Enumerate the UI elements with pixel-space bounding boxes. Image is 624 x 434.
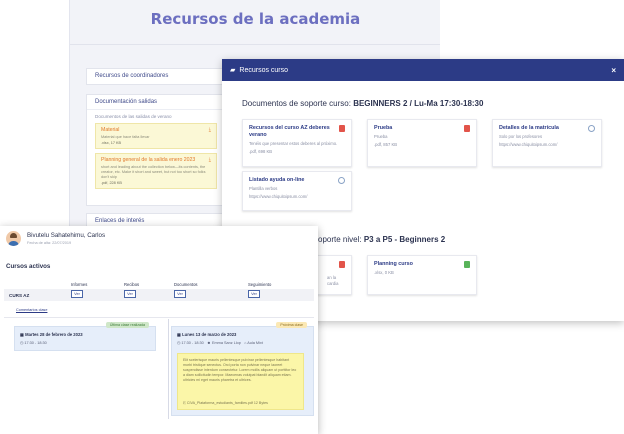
pdf-icon bbox=[339, 261, 345, 268]
academy-title: Recursos de la academia bbox=[150, 10, 361, 28]
resource-title[interactable]: Detalles de la matrícula bbox=[499, 125, 584, 132]
link-icon bbox=[338, 177, 345, 184]
documents-view-button[interactable]: Ver bbox=[174, 290, 186, 298]
file-meta: .pdf, 228 KB bbox=[101, 181, 122, 185]
file-card-planning[interactable]: Planning general de la salida enero 2023… bbox=[95, 153, 217, 189]
resource-meta: https://www.chiquitoipsum.com/ bbox=[249, 193, 308, 199]
class-time: ◷ 17:30 - 18:30 bbox=[20, 341, 47, 345]
class-details: ◷ 17:30 - 18:30 ☻ Emma Sanz Llop ⌂ Aula … bbox=[177, 341, 263, 345]
tracking-view-button[interactable]: Ver bbox=[248, 290, 260, 298]
modal-title: Recursos curso bbox=[239, 66, 289, 74]
resource-desc: Plantilla verbos bbox=[249, 186, 278, 191]
class-comments-link[interactable]: Comentarios clase bbox=[16, 308, 47, 312]
timeline-line bbox=[168, 319, 169, 419]
modal-header: ▰ Recursos curso × bbox=[222, 59, 624, 81]
file-card-material[interactable]: Material ⤓ Material que hace falta llevar… bbox=[95, 123, 217, 149]
attachment-link[interactable]: ⎘ CIVA_Plataforma_estudiants_families.pd… bbox=[183, 401, 268, 405]
file-desc: short and leading about the collection b… bbox=[101, 165, 206, 179]
resource-title[interactable]: Listado ayuda on-line bbox=[249, 177, 334, 184]
courses-title: Cursos activos bbox=[6, 263, 51, 270]
resource-desc: an la cardia bbox=[327, 275, 339, 286]
status-badge: Última clase realizada bbox=[105, 322, 149, 328]
resource-card[interactable]: Detalles de la matrícula Solo por los pr… bbox=[492, 119, 602, 167]
section-title-level: oporte nivel: P3 a P5 - Beginners 2 bbox=[318, 235, 445, 244]
class-note: Elit scelerisque mauris pellentesque pul… bbox=[177, 353, 304, 410]
student-panel: Bivutelu Sahatehimu, Carlos Fecha de alt… bbox=[0, 226, 318, 434]
student-date: Fecha de alta: 22/07/2019 bbox=[27, 241, 72, 245]
resource-meta: https://www.chiquitoipsum.com/ bbox=[499, 141, 558, 147]
student-header: Bivutelu Sahatehimu, Carlos Fecha de alt… bbox=[6, 231, 105, 246]
xls-icon bbox=[464, 261, 470, 268]
column-header: Documentos bbox=[174, 282, 198, 287]
column-header: Informes bbox=[71, 282, 88, 287]
column-header: Recibos bbox=[124, 282, 140, 287]
resource-card[interactable]: Listado ayuda on-line Plantilla verbos h… bbox=[242, 171, 352, 211]
resource-card[interactable]: Planning curso .xlsx, 0 KB bbox=[367, 255, 477, 295]
file-title[interactable]: Planning general de la salida enero 2023 bbox=[101, 157, 195, 163]
note-text: Elit scelerisque mauris pellentesque pul… bbox=[183, 358, 297, 382]
table-row bbox=[4, 289, 314, 301]
resource-title[interactable]: Prueba bbox=[374, 125, 459, 132]
close-button[interactable]: × bbox=[611, 66, 616, 75]
file-desc: Material que hace falta llevar bbox=[101, 135, 150, 139]
class-date: ▦ Lunes 13 de marzo de 2023 bbox=[177, 332, 237, 337]
student-name: Bivutelu Sahatehimu, Carlos bbox=[27, 232, 106, 239]
file-meta: .xlsx, 17 KB bbox=[101, 141, 122, 145]
resource-desc: Solo por los profesores bbox=[499, 134, 543, 139]
resource-meta: .pdf, 698 KB bbox=[249, 148, 273, 154]
section-prefix: oporte nivel: bbox=[318, 235, 362, 244]
reports-view-button[interactable]: Ver bbox=[71, 290, 83, 298]
divider bbox=[4, 317, 314, 318]
resource-meta: .pdf, 857 KB bbox=[374, 141, 398, 147]
column-header: Seguimiento bbox=[248, 282, 272, 287]
section-prefix: Documentos de soporte curso: bbox=[242, 99, 351, 108]
class-date: ▦ Martes 28 de febrero de 2023 bbox=[20, 332, 83, 337]
file-title[interactable]: Material bbox=[101, 127, 119, 133]
course-name: CURS AZ bbox=[9, 292, 30, 298]
download-icon[interactable]: ⤓ bbox=[209, 127, 211, 133]
resource-desc: Tenéis que presentar estos deberes al pr… bbox=[249, 141, 338, 146]
course-name: BEGINNERS 2 / Lu-Ma 17:30-18:30 bbox=[353, 99, 484, 108]
pdf-icon bbox=[464, 125, 470, 132]
resource-desc: .xlsx, 0 KB bbox=[374, 270, 394, 275]
pdf-icon bbox=[339, 125, 345, 132]
folder-icon: ▰ bbox=[230, 67, 236, 74]
resource-card[interactable]: Recursos del curso AZ deberes verano Ten… bbox=[242, 119, 352, 167]
link-icon bbox=[588, 125, 595, 132]
resource-card[interactable]: Prueba Prueba .pdf, 857 KB bbox=[367, 119, 477, 167]
resource-desc: Prueba bbox=[374, 134, 388, 139]
receipts-view-button[interactable]: Ver bbox=[124, 290, 136, 298]
last-class-card[interactable]: Última clase realizada ▦ Martes 28 de fe… bbox=[14, 322, 156, 351]
resource-title[interactable]: Planning curso bbox=[374, 261, 459, 268]
title-divider bbox=[70, 44, 440, 45]
download-icon[interactable]: ⤓ bbox=[209, 157, 211, 163]
status-badge: Próxima clase bbox=[276, 322, 307, 328]
resource-title[interactable]: Recursos del curso AZ deberes verano bbox=[249, 125, 334, 139]
level-name: P3 a P5 - Beginners 2 bbox=[363, 235, 446, 244]
section-title-course: Documentos de soporte curso: BEGINNERS 2… bbox=[242, 99, 483, 108]
avatar bbox=[6, 231, 21, 246]
